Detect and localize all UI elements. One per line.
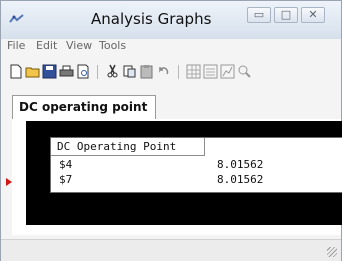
tab-strip: DC operating point [12,95,341,120]
cut-icon[interactable] [104,63,121,80]
row-name: $7 [59,173,73,186]
grid-icon[interactable] [185,63,202,80]
copy-icon[interactable] [121,63,138,80]
title-bar: Analysis Graphs ▭ □ ✕ [1,1,341,39]
table-header: DC Operating Point [51,138,205,156]
table-row[interactable]: $7 8.01562 [51,173,342,187]
minimize-button[interactable]: ▭ [247,7,271,23]
print-preview-icon[interactable] [75,63,92,80]
row-name: $4 [59,158,73,171]
list-icon[interactable] [202,63,219,80]
table-row[interactable]: $4 8.01562 [51,158,342,172]
tab-dc-operating-point[interactable]: DC operating point [12,95,157,119]
new-icon[interactable] [7,63,24,80]
open-icon[interactable] [24,63,41,80]
print-icon[interactable] [58,63,75,80]
current-row-marker [6,178,12,186]
row-value: 8.01562 [217,173,264,186]
dc-operating-point-table: DC Operating Point $4 8.01562 $7 8.01562 [50,137,342,193]
row-value: 8.01562 [217,158,264,171]
menu-tools[interactable]: Tools [99,39,126,52]
toolbar [1,59,341,85]
menu-edit[interactable]: Edit [36,39,57,52]
save-icon[interactable] [41,63,58,80]
app-icon [9,11,25,23]
paste-icon[interactable] [138,63,155,80]
chart-icon[interactable] [219,63,236,80]
analysis-graphs-window: Analysis Graphs ▭ □ ✕ File Edit View Too… [0,0,342,261]
maximize-button[interactable]: □ [274,7,298,23]
undo-icon[interactable] [155,63,172,80]
resize-grip[interactable] [327,247,337,257]
toolbar-separator [178,65,179,79]
close-button[interactable]: ✕ [301,7,325,23]
toolbar-separator [97,65,98,79]
zoom-icon[interactable] [236,63,253,80]
menu-view[interactable]: View [66,39,92,52]
window-title: Analysis Graphs [91,10,212,28]
status-bar [1,239,341,261]
menu-bar: File Edit View Tools [1,37,341,55]
menu-file[interactable]: File [7,39,25,52]
